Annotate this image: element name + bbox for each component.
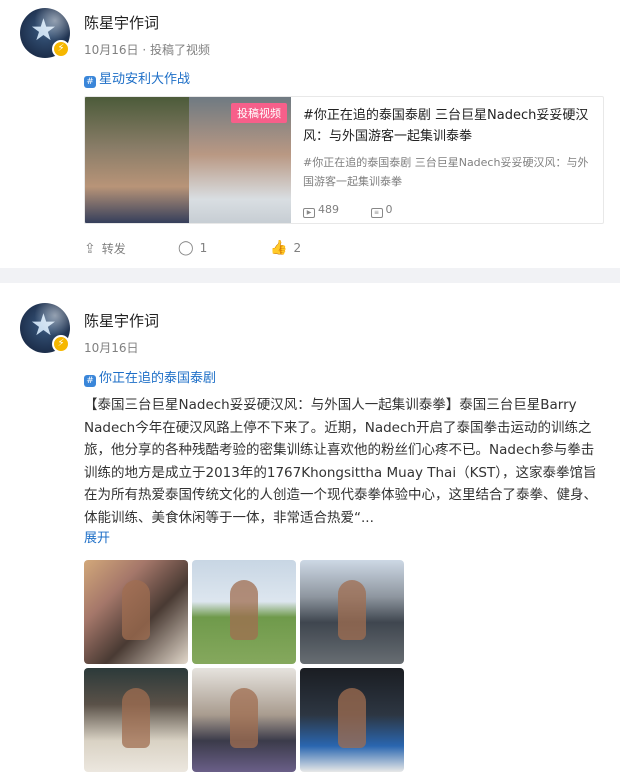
video-stats: ▶ 489 ≡ 0 (303, 203, 421, 218)
expand-link[interactable]: 展开 (84, 527, 110, 546)
comments-count: 1 (199, 241, 208, 255)
repost-button[interactable]: ⇪ 转发 (84, 240, 126, 257)
thumbs-up-icon: 👍 (270, 240, 288, 256)
post-action-text: 投稿了视频 (150, 43, 211, 57)
views-stat: ▶ 489 (303, 203, 353, 218)
video-type-badge: 投稿视频 (231, 103, 287, 123)
repost-icon: ⇪ (84, 241, 96, 257)
photo-thumbnail[interactable] (300, 668, 404, 772)
like-button[interactable]: 👍 2 (270, 240, 301, 256)
likes-count: 2 (293, 241, 302, 255)
photo-thumbnail[interactable] (84, 668, 188, 772)
topic-icon: # (84, 76, 96, 88)
comment-icon: ◯ (178, 240, 194, 256)
author-name[interactable]: 陈星宇作词 (84, 12, 159, 33)
photo-figure (338, 688, 366, 748)
video-comments-count: 0 (385, 203, 393, 216)
video-title[interactable]: #你正在追的泰国泰剧 三台巨星Nadech妥妥硬汉风：与外国游客一起集训泰拳 (303, 105, 595, 147)
verified-badge-icon: ⚡ (52, 335, 70, 353)
topic-icon: # (84, 375, 96, 387)
topic-label: 你正在追的泰国泰剧 (99, 371, 217, 386)
video-description: #你正在追的泰国泰剧 三台巨星Nadech妥妥硬汉风：与外国游客一起集训泰拳 (303, 156, 589, 188)
photo-thumbnail[interactable] (84, 560, 188, 664)
comment-button[interactable]: ◯ 1 (178, 240, 207, 256)
repost-label: 转发 (101, 242, 126, 256)
photo-figure (230, 580, 258, 640)
photo-figure (338, 580, 366, 640)
meta-separator: · (142, 43, 147, 57)
comment-box-icon: ≡ (370, 208, 383, 218)
author-name[interactable]: 陈星宇作词 (84, 310, 159, 331)
photo-figure (122, 580, 150, 640)
video-info: #你正在追的泰国泰剧 三台巨星Nadech妥妥硬汉风：与外国游客一起集训泰拳 #… (303, 105, 595, 191)
photo-thumbnail[interactable] (192, 560, 296, 664)
video-card[interactable]: 投稿视频 #你正在追的泰国泰剧 三台巨星Nadech妥妥硬汉风：与外国游客一起集… (84, 96, 604, 224)
photo-thumbnail[interactable] (192, 668, 296, 772)
topic-label: 星动安利大作战 (99, 72, 191, 87)
post-date[interactable]: 10月16日 (84, 43, 139, 57)
photo-thumbnail[interactable] (300, 560, 404, 664)
post-text: 【泰国三台巨星Nadech妥妥硬汉风：与外国人一起集训泰拳】泰国三台巨星Barr… (84, 397, 597, 526)
post-card: ★ ⚡ 陈星宇作词 10月16日 · 投稿了视频 #星动安利大作战 投稿视频 #… (0, 0, 620, 268)
photo-figure (122, 688, 150, 748)
comments-stat: ≡ 0 (370, 203, 407, 218)
topic-link[interactable]: # 你正在追的泰国泰剧 (84, 367, 216, 387)
views-count: 489 (318, 203, 339, 216)
post-meta: 10月16日 · 投稿了视频 (84, 41, 210, 58)
thumbnail-image-left (85, 97, 189, 223)
post-date[interactable]: 10月16日 (84, 339, 139, 356)
video-thumbnail[interactable]: 投稿视频 (85, 97, 291, 223)
photo-figure (230, 688, 258, 748)
verified-badge-icon: ⚡ (52, 40, 70, 58)
play-icon: ▶ (303, 208, 315, 218)
photo-grid (84, 560, 404, 772)
topic-link[interactable]: # 星动安利大作战 (84, 68, 190, 88)
